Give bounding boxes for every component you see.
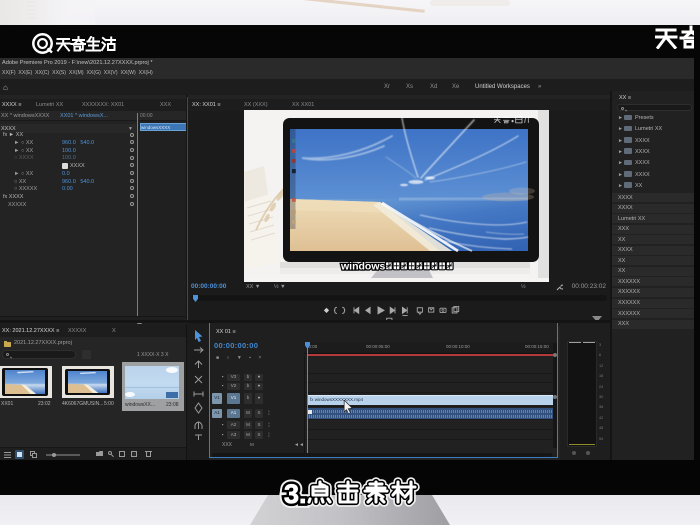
svg-text:windows: windows [340,261,385,273]
svg-text:3.: 3. [284,479,307,509]
